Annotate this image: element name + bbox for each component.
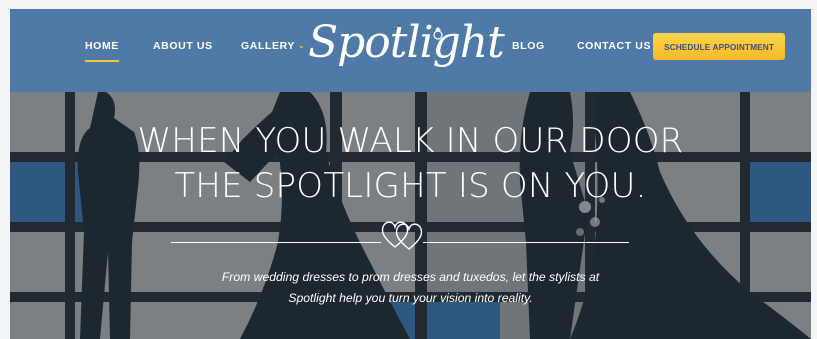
hero-headline-line2: THE SPOTLIGHT IS ON YOU. (174, 166, 647, 206)
hero-subtext-line1: From wedding dresses to prom dresses and… (221, 270, 600, 284)
nav-home[interactable]: HOME (85, 40, 119, 62)
nav-contact-us[interactable]: CONTACT US (577, 40, 651, 52)
spotlight-logo[interactable]: Spotlight (308, 11, 505, 79)
hero-subtext-line2: Spotlight help you turn your vision into… (288, 291, 533, 305)
page-frame: HOME ABOUT US GALLERY ⌄ Spotlight BLOG CO… (10, 9, 811, 339)
chevron-down-icon: ⌄ (297, 41, 306, 50)
hearts-icon (381, 221, 423, 250)
top-navigation-bar: HOME ABOUT US GALLERY ⌄ Spotlight BLOG CO… (10, 9, 811, 92)
logo-text: Spotlight (308, 17, 505, 68)
schedule-appointment-button[interactable]: SCHEDULE APPOINTMENT (653, 33, 785, 60)
diamond-ring-icon (433, 27, 443, 40)
divider-right (423, 242, 629, 243)
hero-headline-line1: WHEN YOU WALK IN OUR DOOR (137, 121, 684, 161)
nav-gallery[interactable]: GALLERY ⌄ (241, 40, 305, 52)
nav-about-us[interactable]: ABOUT US (153, 40, 213, 52)
divider-left (171, 242, 381, 243)
nav-gallery-label: GALLERY (241, 40, 295, 52)
nav-blog[interactable]: BLOG (512, 40, 545, 52)
